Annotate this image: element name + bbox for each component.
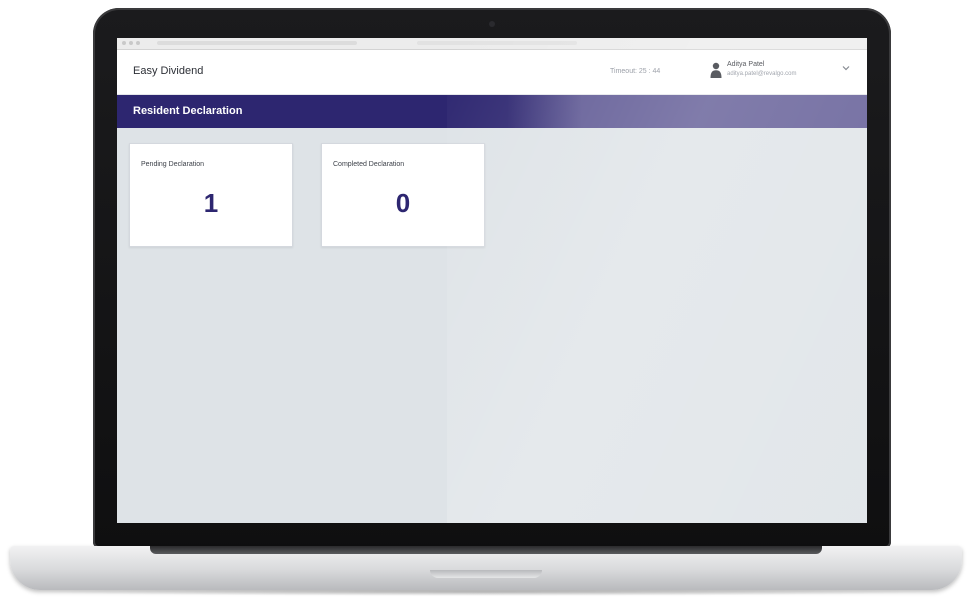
page-title-bar: Resident Declaration	[117, 95, 867, 128]
card-count: 0	[395, 188, 411, 218]
laptop-hinge	[150, 546, 822, 554]
pending-declaration-card[interactable]: Pending Declaration 1	[129, 143, 293, 247]
app-brand[interactable]: Easy Dividend	[133, 65, 203, 77]
laptop-lid: Easy Dividend Timeout: 25 : 44 Aditya Pa…	[93, 8, 891, 548]
camera-icon	[489, 21, 495, 27]
app-header: Easy Dividend Timeout: 25 : 44 Aditya Pa…	[117, 50, 867, 95]
card-count: 1	[203, 188, 219, 218]
user-menu[interactable]: Aditya Patel aditya.patel@revalgo.com	[710, 60, 860, 86]
window-minimize-icon[interactable]	[129, 41, 133, 45]
app-screen: Easy Dividend Timeout: 25 : 44 Aditya Pa…	[117, 38, 867, 523]
page-title: Resident Declaration	[133, 105, 243, 117]
laptop-mockup: Easy Dividend Timeout: 25 : 44 Aditya Pa…	[0, 0, 970, 603]
card-label: Pending Declaration	[141, 161, 205, 168]
chevron-down-icon[interactable]	[842, 65, 850, 71]
user-name: Aditya Patel	[727, 61, 765, 68]
browser-toolbar	[117, 38, 867, 50]
browser-tab[interactable]	[157, 41, 357, 45]
user-icon	[710, 62, 722, 78]
session-timeout: Timeout: 25 : 44	[610, 68, 661, 75]
address-bar[interactable]	[417, 41, 577, 45]
window-maximize-icon[interactable]	[136, 41, 140, 45]
completed-declaration-card[interactable]: Completed Declaration 0	[321, 143, 485, 247]
user-email: aditya.patel@revalgo.com	[727, 71, 797, 77]
card-label: Completed Declaration	[333, 161, 405, 168]
laptop-base	[10, 546, 962, 590]
lid-opening-notch	[430, 570, 542, 578]
window-controls[interactable]	[122, 41, 140, 45]
window-close-icon[interactable]	[122, 41, 126, 45]
